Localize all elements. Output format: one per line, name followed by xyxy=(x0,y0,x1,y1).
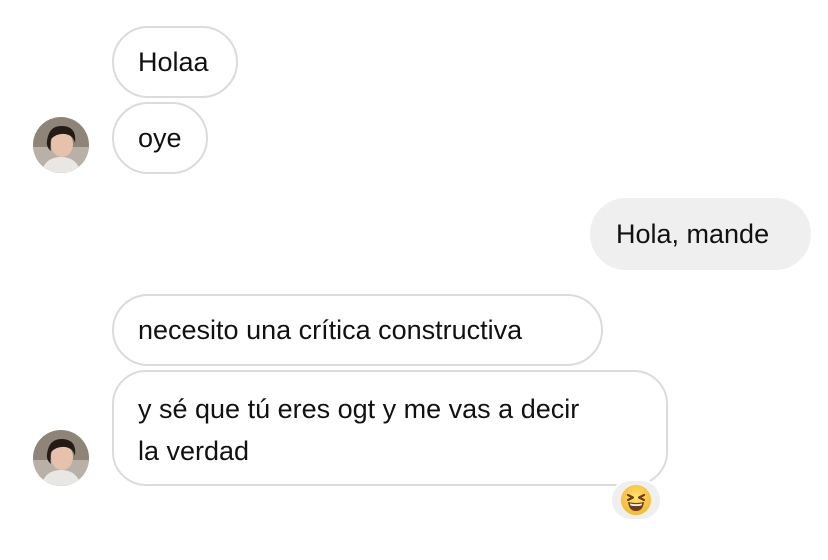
message-text: Holaa xyxy=(138,47,209,77)
message-bubble-incoming[interactable]: Holaa xyxy=(112,26,238,98)
chat-thread: Holaa oye Hola, mande necesito una críti… xyxy=(0,0,828,560)
message-bubble-incoming[interactable]: y sé que tú eres ogt y me vas a decir la… xyxy=(112,370,668,486)
message-text: necesito una crítica constructiva xyxy=(138,315,523,345)
message-text-line: y sé que tú eres ogt y me vas a decir xyxy=(138,394,580,424)
reaction-badge[interactable] xyxy=(610,479,662,521)
message-bubble-outgoing[interactable]: Hola, mande xyxy=(590,198,811,270)
avatar[interactable] xyxy=(33,430,89,486)
message-text: oye xyxy=(138,123,182,153)
message-text: Hola, mande xyxy=(616,219,770,249)
message-bubble-incoming[interactable]: oye xyxy=(112,102,208,174)
avatar[interactable] xyxy=(33,117,89,173)
message-bubble-incoming[interactable]: necesito una crítica constructiva xyxy=(112,294,603,366)
grinning-squinting-face-icon xyxy=(621,485,651,515)
message-text-line: la verdad xyxy=(138,436,250,466)
